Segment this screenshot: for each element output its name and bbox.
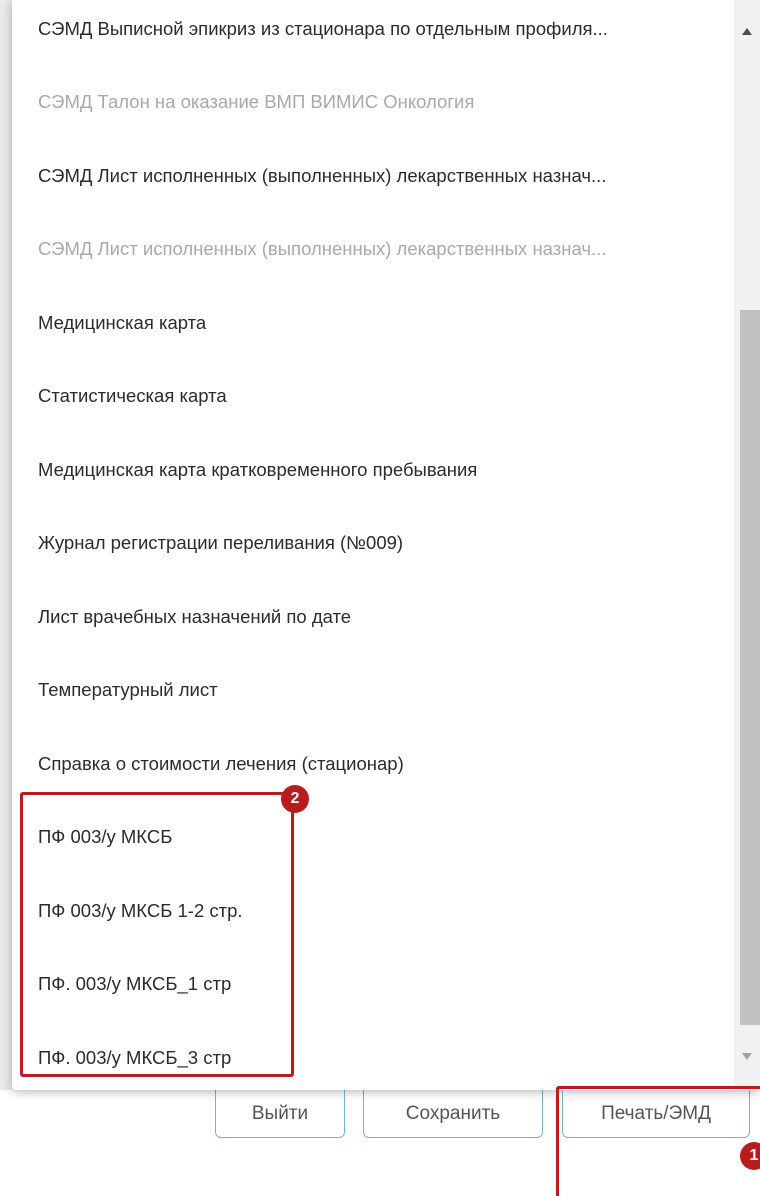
dropdown-item[interactable]: Медицинская карта кратковременного пребы… [12, 433, 732, 506]
dropdown-item: СЭМД Лист исполненных (выполненных) лека… [38, 237, 607, 259]
highlight-box-forms-003u [20, 792, 294, 1077]
dropdown-item[interactable]: СЭМД Лист исполненных (выполненных) лека… [12, 139, 732, 212]
dropdown-item[interactable]: Статистическая карта [12, 359, 732, 432]
scroll-up-arrow-icon[interactable] [742, 28, 752, 35]
dropdown-item[interactable]: Медицинская карта [12, 286, 732, 359]
save-button[interactable]: Сохранить [363, 1090, 543, 1138]
page-background [0, 0, 12, 1196]
scroll-down-arrow-icon[interactable] [742, 1053, 752, 1060]
dropdown-item[interactable]: Температурный лист [12, 653, 732, 726]
dropdown-item[interactable]: Справка о стоимости лечения (стационар) [12, 727, 732, 800]
exit-button[interactable]: Выйти [215, 1090, 345, 1138]
dropdown-item: СЭМД Талон на оказание ВМП ВИМИС Онколог… [38, 90, 475, 112]
annotation-badge-1: 1 [740, 1142, 760, 1170]
scrollbar[interactable] [734, 0, 760, 1090]
dropdown-item[interactable]: Лист врачебных назначений по дате [12, 580, 732, 653]
annotation-badge-2: 2 [281, 785, 309, 813]
highlight-box-print-button [556, 1086, 760, 1196]
scroll-thumb[interactable] [740, 310, 760, 1025]
dropdown-item[interactable]: Журнал регистрации переливания (№009) [12, 506, 732, 579]
dropdown-item[interactable]: СЭМД Выписной эпикриз из стационара по о… [12, 0, 732, 65]
